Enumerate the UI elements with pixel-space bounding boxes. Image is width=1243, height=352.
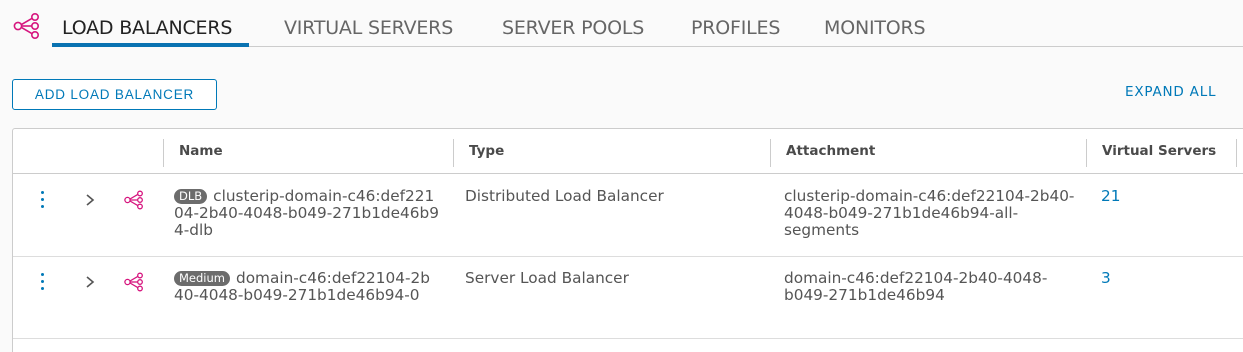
- column-separator: [1086, 139, 1087, 167]
- chevron-right-icon[interactable]: [83, 272, 97, 292]
- column-header-type[interactable]: Type: [469, 143, 504, 159]
- column-separator: [453, 139, 454, 167]
- virtual-servers-count-link[interactable]: 21: [1101, 188, 1120, 205]
- table-row: Medium domain-c46:def22104-2b40-4048-b049…: [13, 257, 1243, 339]
- load-balancer-icon: [13, 12, 39, 39]
- add-load-balancer-button[interactable]: ADD LOAD BALANCER: [12, 79, 217, 110]
- row-actions-icon[interactable]: [39, 191, 45, 211]
- size-badge: DLB: [174, 189, 208, 204]
- expand-all-link[interactable]: EXPAND ALL: [1125, 84, 1216, 100]
- name-cell: DLB clusterip-domain-c46:def22104-2b40-40…: [174, 188, 439, 239]
- grid-header: Name Type Attachment Virtual Servers: [13, 129, 1243, 174]
- load-balancer-grid: Name Type Attachment Virtual Servers DLB…: [12, 128, 1243, 352]
- table-row: DLB clusterip-domain-c46:def22104-2b40-40…: [13, 175, 1243, 257]
- tab-virtual-servers[interactable]: VIRTUAL SERVERS: [284, 16, 453, 40]
- load-balancer-icon: [124, 190, 143, 210]
- column-header-name[interactable]: Name: [179, 143, 223, 159]
- tab-bar: LOAD BALANCERS VIRTUAL SERVERS SERVER PO…: [0, 0, 1243, 48]
- column-separator: [1236, 139, 1237, 167]
- tab-monitors[interactable]: MONITORS: [824, 16, 926, 40]
- name-cell: Medium domain-c46:def22104-2b40-4048-b049…: [174, 270, 439, 304]
- tab-load-balancers[interactable]: LOAD BALANCERS: [62, 16, 232, 40]
- attachment-cell: clusterip-domain-c46:def22104-2b40-4048-…: [784, 187, 1075, 239]
- column-header-attachment[interactable]: Attachment: [786, 143, 875, 159]
- virtual-servers-count-link[interactable]: 3: [1101, 270, 1111, 287]
- column-separator: [163, 139, 164, 167]
- chevron-right-icon[interactable]: [83, 190, 97, 210]
- type-cell: Server Load Balancer: [465, 269, 629, 287]
- load-balancer-name: clusterip-domain-c46:def22104-2b40-4048-…: [174, 187, 439, 239]
- tab-server-pools[interactable]: SERVER POOLS: [502, 16, 644, 40]
- column-separator: [770, 139, 771, 167]
- load-balancer-icon: [124, 272, 143, 292]
- active-tab-indicator: [52, 43, 249, 47]
- type-cell: Distributed Load Balancer: [465, 187, 664, 205]
- attachment-cell: domain-c46:def22104-2b40-4048-b049-271b1…: [784, 269, 1048, 304]
- tab-profiles[interactable]: PROFILES: [691, 16, 780, 40]
- column-header-virtual-servers[interactable]: Virtual Servers: [1102, 143, 1216, 159]
- size-badge: Medium: [174, 271, 230, 286]
- row-actions-icon[interactable]: [39, 273, 45, 293]
